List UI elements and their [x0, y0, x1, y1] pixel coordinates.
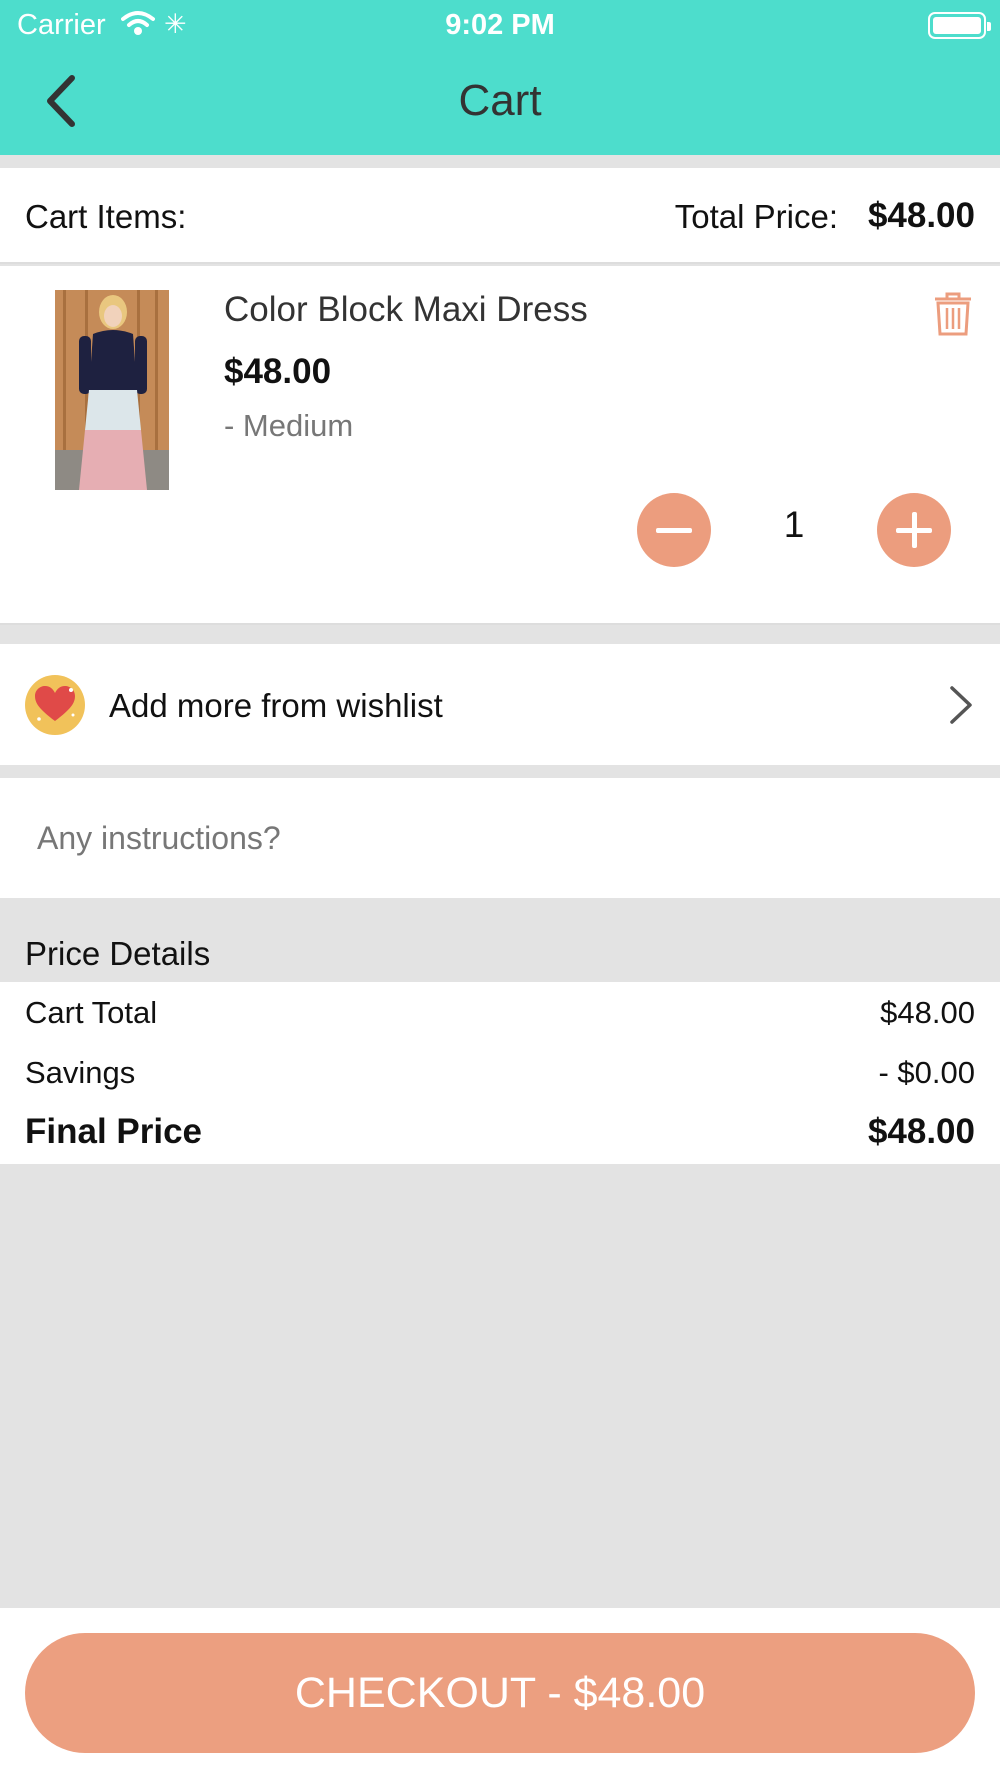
battery-icon	[928, 12, 991, 39]
heart-icon	[25, 675, 85, 735]
cart-item: Color Block Maxi Dress $48.00 - Medium 1	[0, 266, 1000, 625]
cart-total-label: Cart Total	[25, 995, 158, 1030]
add-from-wishlist-row[interactable]: Add more from wishlist	[0, 644, 1000, 765]
cart-summary: Cart Items: Total Price: $48.00	[0, 168, 1000, 264]
trash-icon	[935, 292, 971, 336]
increase-quantity-button[interactable]	[877, 493, 951, 567]
cart-total-row: Cart Total $48.00	[25, 995, 975, 1031]
checkout-bar: CHECKOUT - $48.00	[0, 1608, 1000, 1778]
price-details: Cart Total $48.00 Savings - $0.00 Final …	[0, 982, 1000, 1164]
status-bar: Carrier ✳ 9:02 PM	[0, 0, 1000, 50]
price-details-heading: Price Details	[25, 935, 211, 972]
product-thumbnail[interactable]	[55, 290, 169, 490]
product-name[interactable]: Color Block Maxi Dress	[224, 290, 588, 330]
total-price-value: $48.00	[867, 196, 975, 235]
product-price: $48.00	[224, 352, 332, 391]
clock-label: 9:02 PM	[445, 9, 555, 41]
savings-label: Savings	[25, 1055, 136, 1090]
page-title: Cart	[458, 76, 542, 125]
savings-row: Savings - $0.00	[25, 1055, 975, 1091]
delete-item-button[interactable]	[931, 291, 975, 337]
divider	[0, 155, 1000, 168]
total-price-label: Total Price:	[674, 198, 838, 235]
final-price-value: $48.00	[867, 1112, 975, 1151]
quantity-value: 1	[783, 504, 805, 545]
savings-value: - $0.00	[878, 1055, 975, 1090]
chevron-right-icon	[940, 682, 980, 728]
cart-items-label: Cart Items:	[25, 198, 187, 235]
minus-icon	[656, 528, 692, 533]
product-size: - Medium	[224, 408, 354, 443]
decrease-quantity-button[interactable]	[637, 493, 711, 567]
checkout-button[interactable]: CHECKOUT - $48.00	[25, 1633, 975, 1753]
cart-total-value: $48.00	[880, 995, 975, 1030]
final-price-label: Final Price	[25, 1112, 203, 1151]
instructions-input[interactable]	[25, 778, 975, 898]
final-price-row: Final Price $48.00	[25, 1112, 975, 1152]
wishlist-label: Add more from wishlist	[109, 687, 443, 724]
instructions-section	[0, 778, 1000, 898]
navigation-bar: Carrier ✳ 9:02 PM Cart	[0, 0, 1000, 155]
